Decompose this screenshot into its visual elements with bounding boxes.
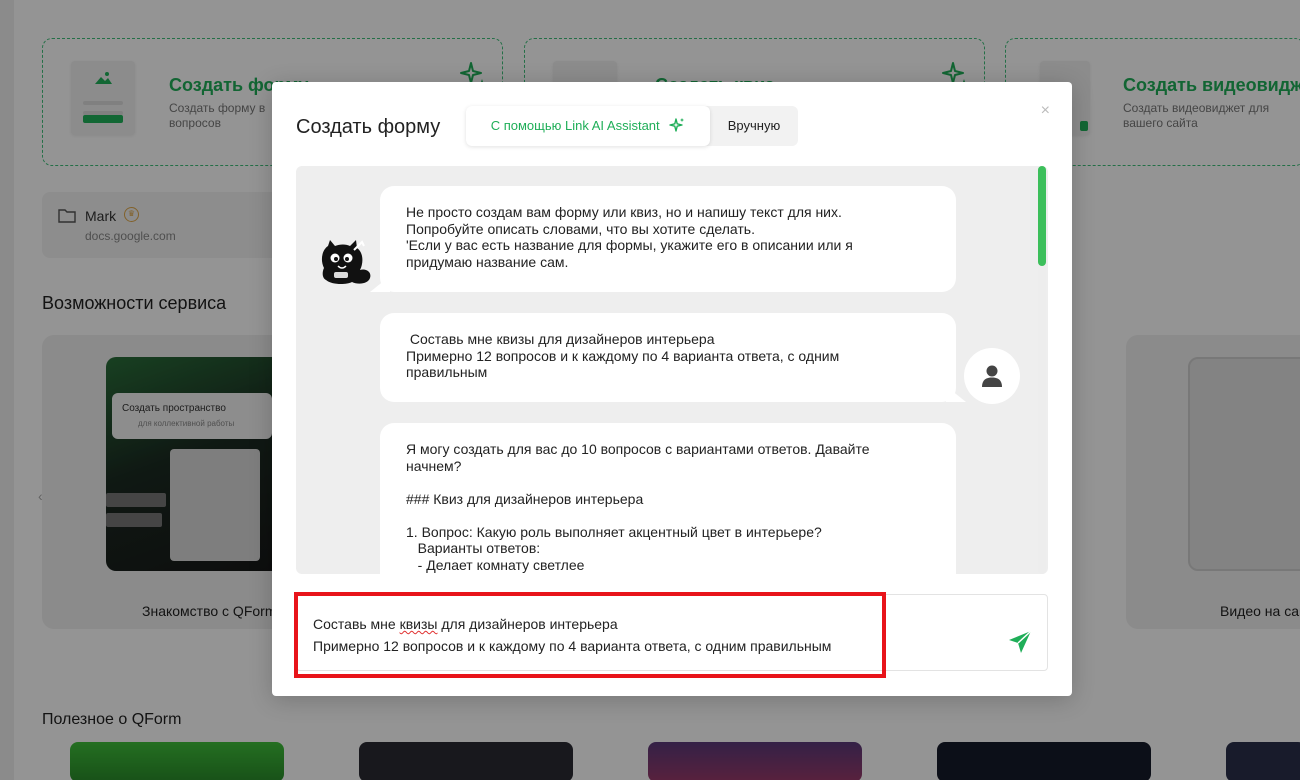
chat-message-user: Составь мне квизы для дизайнеров интерье… bbox=[380, 313, 956, 402]
user-icon bbox=[982, 365, 1002, 387]
mode-tabs: С помощью Link AI Assistant Вручную bbox=[466, 106, 798, 146]
user-avatar bbox=[964, 348, 1020, 404]
highlight-annotation bbox=[294, 592, 886, 678]
chat-area[interactable]: Не просто создам вам форму или квиз, но … bbox=[296, 166, 1048, 574]
chat-message-bot-reply: Я могу создать для вас до 10 вопросов с … bbox=[380, 423, 956, 574]
tab-manual[interactable]: Вручную bbox=[710, 106, 798, 146]
tab-ai-assistant-label: С помощью Link AI Assistant bbox=[490, 118, 660, 133]
sparkle-icon bbox=[669, 118, 685, 132]
cat-avatar-icon bbox=[321, 240, 371, 285]
tab-ai-assistant[interactable]: С помощью Link AI Assistant bbox=[466, 106, 710, 146]
close-icon[interactable]: × bbox=[1041, 102, 1050, 120]
modal-title: Создать форму bbox=[296, 116, 441, 138]
send-icon[interactable] bbox=[1007, 629, 1033, 655]
chat-message-bot: Не просто создам вам форму или квиз, но … bbox=[380, 186, 956, 292]
chat-scrollbar-thumb[interactable] bbox=[1038, 166, 1046, 266]
